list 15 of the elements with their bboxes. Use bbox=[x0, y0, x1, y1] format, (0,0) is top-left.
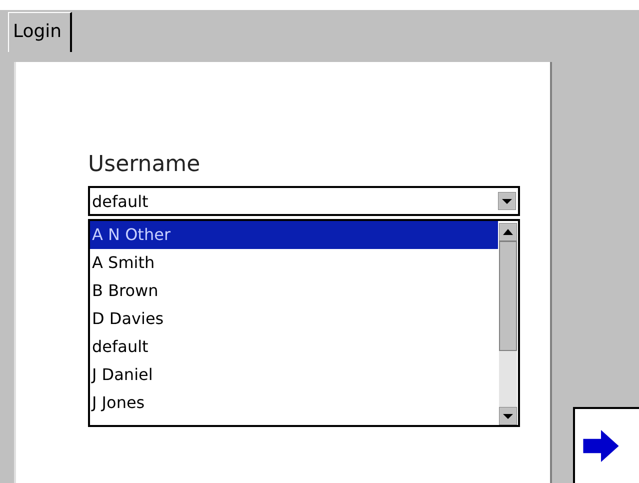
user-option[interactable]: J Daniel bbox=[90, 361, 498, 389]
scroll-down-icon[interactable] bbox=[499, 407, 517, 425]
right-arrow-icon bbox=[583, 430, 619, 462]
username-label: Username bbox=[88, 152, 202, 179]
dropdown-arrow-icon[interactable] bbox=[498, 192, 516, 210]
user-option[interactable]: A N Other bbox=[90, 221, 498, 249]
user-option[interactable]: D Davies bbox=[90, 305, 498, 333]
user-option[interactable]: B Brown bbox=[90, 277, 498, 305]
login-tab[interactable]: Login bbox=[8, 12, 72, 52]
username-dropdown[interactable]: default bbox=[88, 186, 520, 216]
scroll-up-icon[interactable] bbox=[499, 223, 517, 241]
next-button[interactable] bbox=[573, 407, 639, 483]
user-option[interactable]: default bbox=[90, 333, 498, 361]
user-option[interactable]: J Jones bbox=[90, 389, 498, 417]
user-option[interactable]: A Smith bbox=[90, 249, 498, 277]
